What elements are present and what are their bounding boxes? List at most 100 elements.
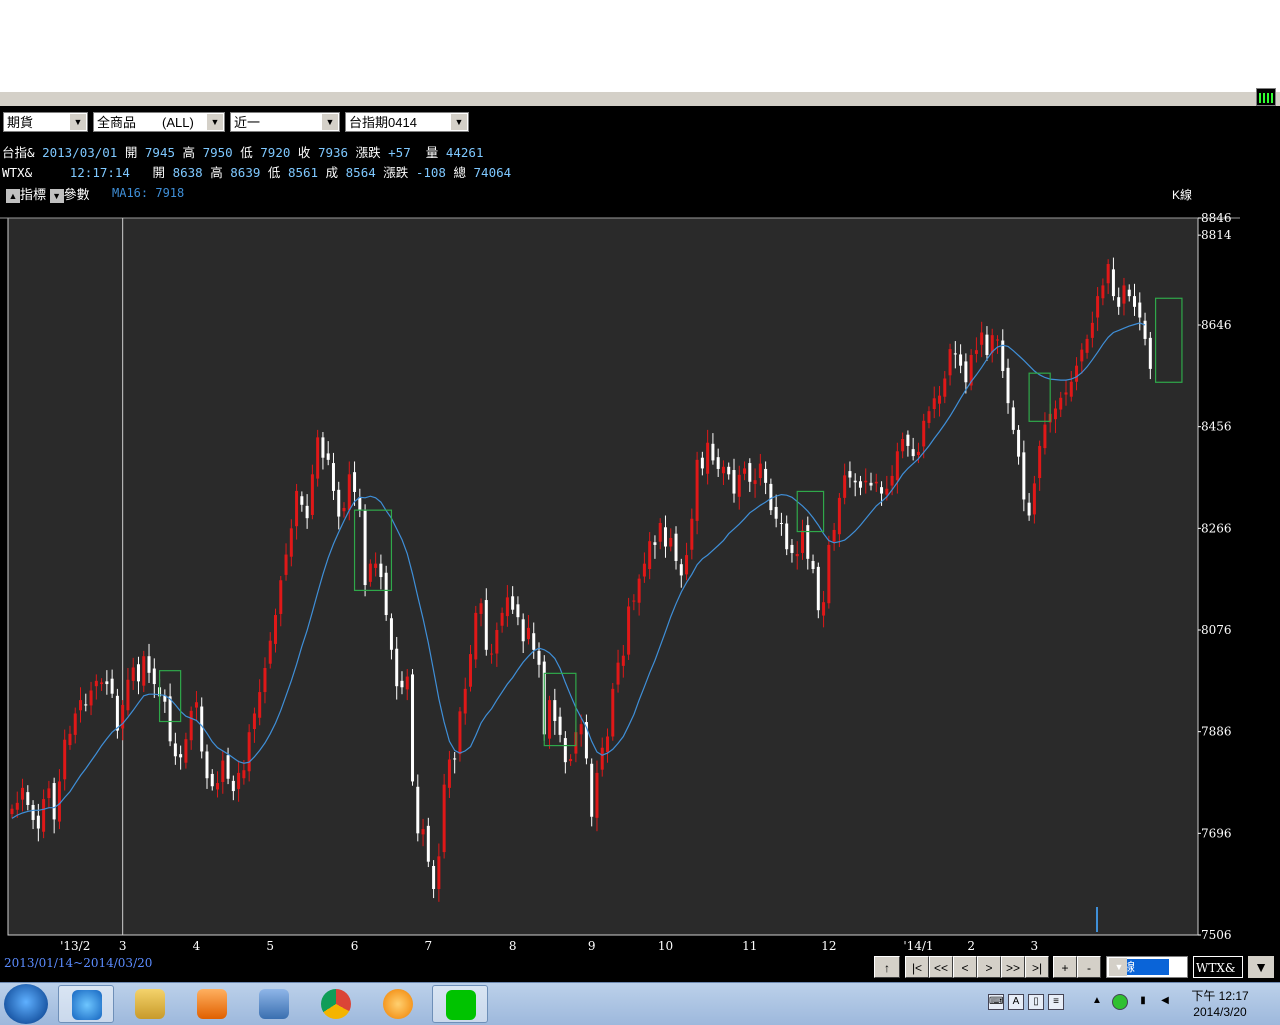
candle-up — [895, 451, 899, 481]
candle-up — [885, 488, 889, 495]
candle-down — [110, 678, 114, 694]
candle-up — [758, 463, 762, 479]
candle-up — [368, 563, 372, 582]
x-tick-label: 8 — [509, 939, 517, 952]
candle-up — [1053, 408, 1057, 420]
taskbar-line[interactable] — [432, 985, 488, 1023]
nav-first-button[interactable]: |< — [905, 956, 929, 978]
candle-up — [1069, 381, 1073, 397]
ime-settings-icon[interactable]: ≡ — [1048, 994, 1064, 1010]
candle-up — [616, 662, 620, 685]
period-select[interactable]: 日線▼ — [1106, 956, 1188, 978]
zoom-in-button[interactable]: + — [1053, 956, 1077, 978]
x-tick-label: 10 — [658, 939, 673, 952]
candle-up — [637, 578, 641, 603]
candle-up — [753, 480, 757, 484]
candle-up — [995, 339, 999, 341]
taskbar-chrome[interactable] — [308, 985, 364, 1023]
signal-bars-icon[interactable] — [1256, 88, 1276, 106]
candle-up — [526, 627, 530, 640]
folder-icon — [135, 989, 165, 1019]
candle-up — [57, 781, 61, 822]
nav-back-button[interactable]: < — [953, 956, 977, 978]
candle-down — [363, 510, 367, 586]
volume-icon[interactable]: ◀ — [1158, 994, 1172, 1008]
candle-up — [490, 653, 494, 655]
candle-up — [1075, 365, 1079, 382]
candle-up — [1080, 349, 1084, 362]
taskbar-media[interactable] — [184, 985, 240, 1023]
system-clock[interactable]: 下午 12:17 2014/3/20 — [1188, 988, 1252, 1020]
candle-down — [959, 354, 963, 366]
candle-up — [648, 541, 652, 570]
candle-up — [743, 468, 747, 474]
y-tick-label: 8646 — [1201, 318, 1232, 332]
candle-up — [595, 772, 599, 818]
dropdown-arrow-icon[interactable]: ▼ — [1248, 956, 1274, 978]
candle-up — [405, 676, 409, 690]
candle-down — [115, 695, 119, 731]
candle-down — [537, 650, 541, 665]
y-tick-label: 8266 — [1201, 521, 1232, 535]
nav-forward-button[interactable]: > — [977, 956, 1001, 978]
candle-up — [47, 788, 51, 799]
candle-up — [579, 724, 583, 735]
candle-down — [147, 656, 151, 673]
taskbar-app2[interactable] — [370, 985, 426, 1023]
ime-mode-icon[interactable]: ▯ — [1028, 994, 1044, 1010]
nav-last-button[interactable]: >| — [1025, 956, 1049, 978]
candle-down — [426, 825, 430, 862]
candle-down — [1111, 269, 1115, 297]
x-tick-label: 6 — [351, 939, 359, 952]
tray-expand-icon[interactable]: ▲ — [1090, 994, 1104, 1008]
candle-down — [200, 706, 204, 752]
candle-down — [1127, 289, 1131, 297]
candle-up — [442, 784, 446, 853]
candle-up — [642, 563, 646, 577]
keyboard-icon[interactable]: ⌨ — [988, 994, 1004, 1010]
candle-down — [416, 786, 420, 834]
candle-up — [437, 856, 441, 889]
candle-up — [474, 612, 478, 660]
taskbar-explorer[interactable] — [122, 985, 178, 1023]
candle-up — [279, 580, 283, 614]
x-tick-label: 3 — [1031, 939, 1039, 952]
candle-up — [258, 692, 262, 718]
candle-up — [1101, 285, 1105, 299]
nav-page-forward-button[interactable]: >> — [1001, 956, 1025, 978]
candle-up — [73, 713, 77, 735]
candle-up — [611, 688, 615, 737]
scroll-up-button[interactable]: ↑ — [874, 956, 900, 978]
candle-down — [806, 525, 810, 559]
candle-up — [1043, 424, 1047, 449]
ime-icon[interactable]: A — [1008, 994, 1024, 1010]
candle-up — [721, 466, 725, 474]
candle-down — [305, 505, 309, 519]
start-button[interactable] — [4, 984, 48, 1024]
candle-down — [906, 434, 910, 446]
candlestick-chart[interactable]: 884688148646845682668076788676967506'13/… — [0, 106, 1280, 952]
candle-down — [453, 758, 457, 760]
plot-area[interactable]: 884688148646845682668076788676967506'13/… — [0, 211, 1240, 952]
nav-page-back-button[interactable]: << — [929, 956, 953, 978]
y-tick-label: 7696 — [1201, 826, 1232, 840]
candle-up — [479, 603, 483, 614]
candle-down — [711, 443, 715, 461]
line-tray-icon[interactable] — [1112, 994, 1128, 1010]
candle-down — [152, 668, 156, 685]
network-icon[interactable]: ▮ — [1136, 994, 1150, 1008]
internet-explorer-icon — [72, 990, 102, 1020]
candle-up — [284, 554, 288, 575]
symbol-input[interactable]: WTX& — [1193, 956, 1243, 978]
chevron-down-icon[interactable]: ▼ — [1109, 958, 1127, 976]
candle-up — [737, 474, 741, 497]
candle-down — [105, 681, 109, 685]
candle-up — [247, 732, 251, 772]
y-tick-label: 8456 — [1201, 420, 1232, 434]
taskbar-ie[interactable] — [58, 985, 114, 1023]
candle-down — [168, 696, 172, 742]
candle-up — [658, 522, 662, 542]
candle-down — [748, 463, 752, 482]
taskbar-app[interactable] — [246, 985, 302, 1023]
zoom-out-button[interactable]: - — [1077, 956, 1101, 978]
